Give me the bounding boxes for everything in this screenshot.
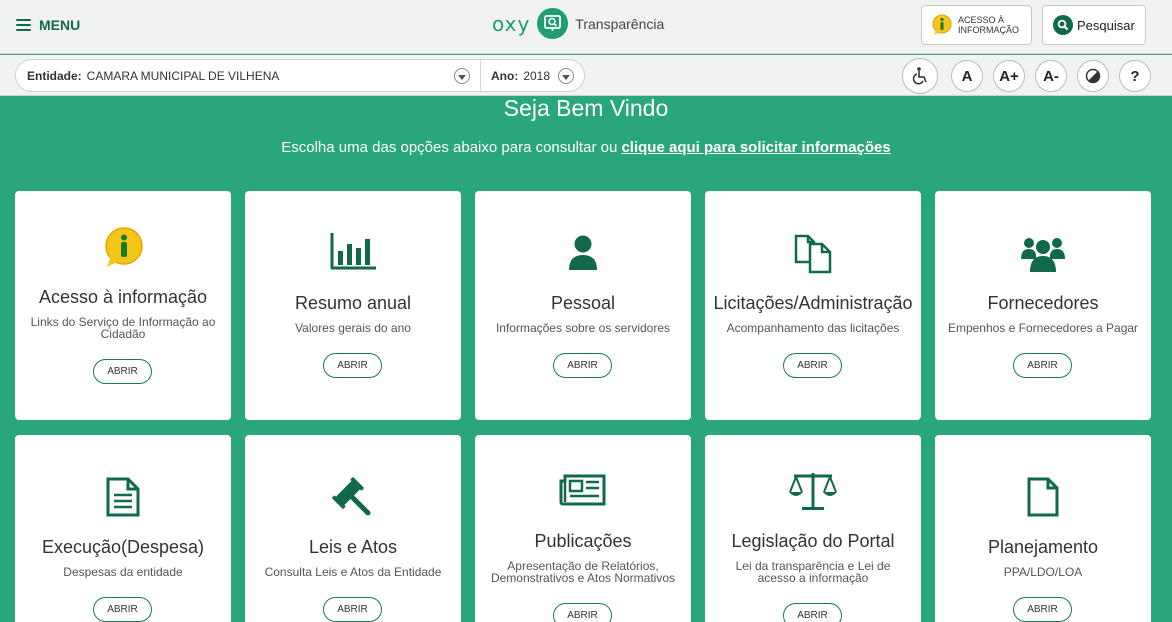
- open-button[interactable]: ABRIR: [93, 597, 152, 622]
- chevron-down-icon[interactable]: [558, 68, 574, 84]
- card-description: Lei da transparência e Lei de acesso a i…: [735, 559, 891, 585]
- gavel-icon: [332, 477, 371, 516]
- open-button[interactable]: ABRIR: [783, 603, 842, 622]
- entidade-value: CAMARA MUNICIPAL DE VILHENA: [86, 68, 280, 83]
- newspaper-icon: [559, 474, 606, 506]
- search-button[interactable]: Pesquisar: [1042, 5, 1146, 45]
- open-button[interactable]: ABRIR: [553, 353, 612, 378]
- card-fornecedores[interactable]: Fornecedores Empenhos e Fornecedores a P…: [935, 191, 1151, 420]
- open-button[interactable]: ABRIR: [93, 359, 152, 384]
- filter-box: Entidade: CAMARA MUNICIPAL DE VILHENA An…: [15, 59, 585, 92]
- font-decrease-button[interactable]: A-: [1035, 60, 1067, 92]
- entidade-label: Entidade:: [27, 68, 82, 83]
- accessibility-button[interactable]: [902, 58, 938, 94]
- card-execucao-despesa[interactable]: Execução(Despesa) Despesas da entidade A…: [15, 435, 231, 622]
- open-button[interactable]: ABRIR: [323, 353, 382, 378]
- font-increase-button[interactable]: A+: [993, 60, 1025, 92]
- scales-icon: [789, 473, 837, 510]
- card-description: Informações sobre os servidores: [495, 321, 671, 335]
- open-button[interactable]: ABRIR: [1013, 597, 1072, 622]
- brand-product: Transparência: [575, 15, 665, 32]
- ano-label: Ano:: [491, 68, 519, 83]
- open-button[interactable]: ABRIR: [783, 353, 842, 378]
- contrast-icon: [1085, 68, 1101, 84]
- card-title: Resumo anual: [294, 293, 412, 313]
- card-description: Despesas da entidade: [63, 565, 183, 579]
- card-title: Acesso à informação: [38, 287, 208, 307]
- card-title: Legislação do Portal: [731, 531, 895, 551]
- card-title: Leis e Atos: [308, 537, 398, 557]
- card-description: Apresentação de Relatórios, Demonstrativ…: [490, 559, 676, 585]
- card-pessoal[interactable]: Pessoal Informações sobre os servidores …: [475, 191, 691, 420]
- document-icon: [106, 477, 140, 517]
- help-button[interactable]: ?: [1119, 60, 1151, 92]
- filter-bar: Entidade: CAMARA MUNICIPAL DE VILHENA An…: [0, 55, 1172, 96]
- bar-chart-icon: [330, 233, 376, 270]
- copy-documents-icon: [794, 234, 832, 274]
- access-info-line1: ACESSO À: [958, 15, 1005, 25]
- card-planejamento[interactable]: Planejamento PPA/LDO/LOA ABRIR: [935, 435, 1151, 622]
- request-information-link[interactable]: clique aqui para solicitar informações: [621, 139, 890, 156]
- ano-select[interactable]: Ano: 2018: [481, 60, 584, 91]
- hamburger-icon: [16, 19, 31, 31]
- card-title: Pessoal: [550, 293, 616, 313]
- welcome-title: Seja Bem Vindo: [503, 95, 669, 121]
- access-information-button[interactable]: ACESSO À INFORMAÇÃO: [921, 5, 1032, 45]
- card-description: Acompanhamento das licitações: [726, 321, 900, 335]
- contrast-button[interactable]: [1077, 60, 1109, 92]
- wheelchair-icon: [912, 67, 927, 85]
- brand-name: oxy: [492, 11, 531, 36]
- card-description: Links do Serviço de Informação ao Cidadã…: [30, 315, 216, 341]
- access-info-line2: INFORMAÇÃO: [958, 25, 1020, 35]
- card-legislacao-portal[interactable]: Legislação do Portal Lei da transparênci…: [705, 435, 921, 622]
- card-description: Empenhos e Fornecedores a Pagar: [947, 321, 1139, 335]
- card-publicacoes[interactable]: Publicações Apresentação de Relatórios, …: [475, 435, 691, 622]
- chevron-down-icon[interactable]: [454, 68, 470, 84]
- open-button[interactable]: ABRIR: [553, 603, 612, 622]
- person-icon: [569, 235, 597, 270]
- file-icon: [1027, 477, 1059, 517]
- welcome-subtitle: Escolha uma das opções abaixo para consu…: [0, 139, 1172, 156]
- users-icon: [1021, 238, 1065, 272]
- top-header: MENU oxy Transparência ACESSO À INFORMAÇ…: [0, 0, 1172, 54]
- card-leis-atos[interactable]: Leis e Atos Consulta Leis e Atos da Enti…: [245, 435, 461, 622]
- card-title: Licitações/Administração: [713, 293, 913, 313]
- font-normal-button[interactable]: A: [951, 60, 983, 92]
- brand-logo[interactable]: oxy Transparência: [492, 8, 664, 39]
- card-description: PPA/LDO/LOA: [1003, 565, 1083, 579]
- card-resumo-anual[interactable]: Resumo anual Valores gerais do ano ABRIR: [245, 191, 461, 420]
- search-label: Pesquisar: [1077, 17, 1135, 33]
- card-description: Valores gerais do ano: [295, 321, 411, 335]
- card-title: Fornecedores: [987, 293, 1099, 313]
- welcome-subtitle-text: Escolha uma das opções abaixo para consu…: [281, 139, 618, 156]
- search-icon: [1053, 15, 1073, 35]
- info-icon: [932, 14, 952, 35]
- open-button[interactable]: ABRIR: [323, 597, 382, 622]
- transparency-logo-icon: [537, 8, 569, 39]
- card-title: Execução(Despesa): [41, 537, 205, 557]
- card-title: Planejamento: [987, 537, 1099, 557]
- open-button[interactable]: ABRIR: [1013, 353, 1072, 378]
- card-description: Consulta Leis e Atos da Entidade: [264, 565, 442, 579]
- menu-button[interactable]: MENU: [16, 17, 80, 33]
- card-licitacoes[interactable]: Licitações/Administração Acompanhamento …: [705, 191, 921, 420]
- info-icon: [105, 227, 143, 267]
- card-acesso-informacao[interactable]: Acesso à informação Links do Serviço de …: [15, 191, 231, 420]
- ano-value: 2018: [523, 68, 551, 83]
- entidade-select[interactable]: Entidade: CAMARA MUNICIPAL DE VILHENA: [16, 60, 481, 91]
- menu-label: MENU: [39, 17, 81, 33]
- card-title: Publicações: [534, 531, 632, 551]
